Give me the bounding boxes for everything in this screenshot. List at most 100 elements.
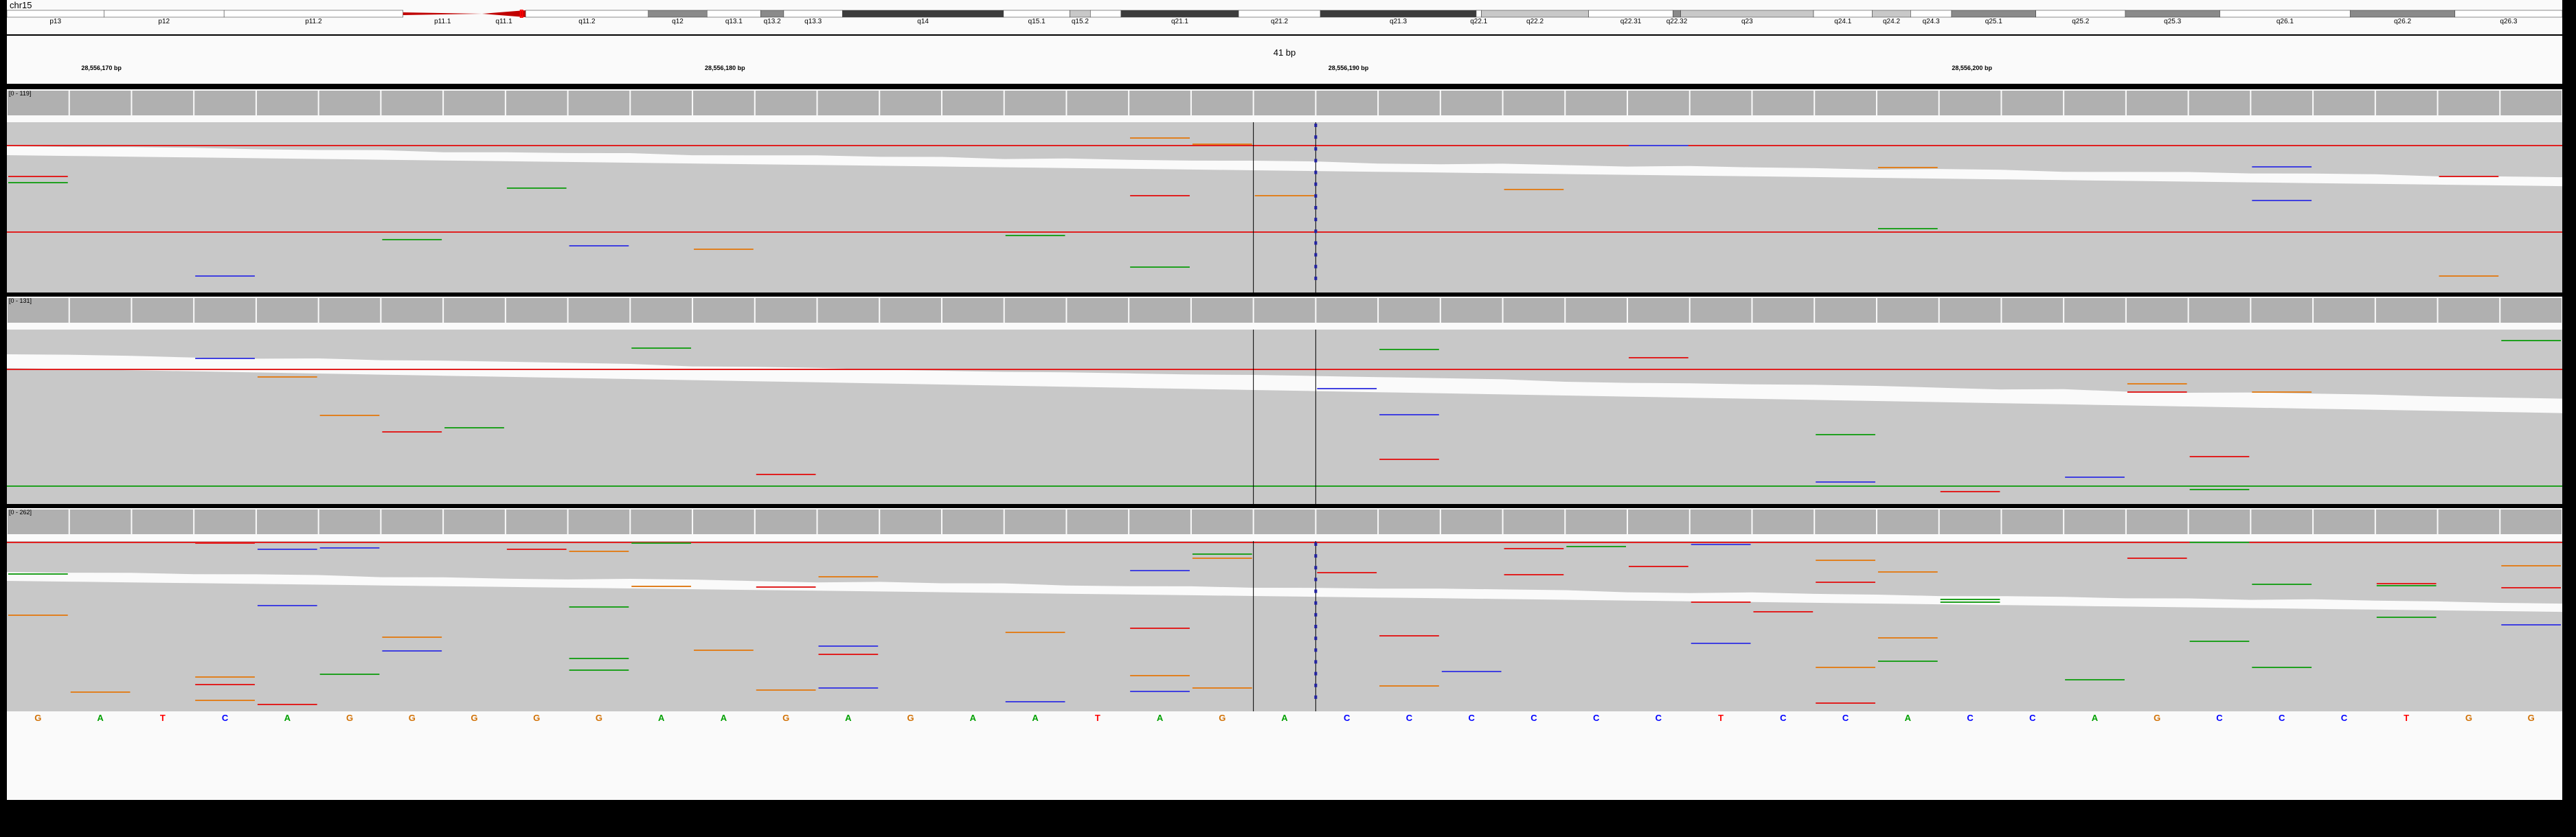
- pileup-canvas[interactable]: [7, 508, 2562, 711]
- coverage-bar[interactable]: [1254, 91, 1315, 115]
- coverage-bar[interactable]: [444, 91, 505, 115]
- coverage-bar[interactable]: [319, 91, 381, 115]
- insertion-marker[interactable]: [1314, 124, 1318, 127]
- insertion-marker[interactable]: [1314, 695, 1318, 699]
- coverage-bar[interactable]: [817, 91, 879, 115]
- coverage-bar[interactable]: [1440, 91, 1502, 115]
- coverage-bar[interactable]: [2314, 298, 2375, 323]
- coverage-bar[interactable]: [381, 298, 443, 323]
- coverage-bar[interactable]: [132, 91, 194, 115]
- coverage-bar[interactable]: [1815, 509, 1876, 534]
- insertion-marker[interactable]: [1314, 229, 1318, 233]
- coverage-bar[interactable]: [506, 298, 567, 323]
- insertion-marker[interactable]: [1314, 577, 1318, 582]
- pileup-canvas[interactable]: [7, 89, 2562, 293]
- coverage-bar[interactable]: [631, 91, 692, 115]
- insertion-marker[interactable]: [1314, 672, 1318, 676]
- coverage-bar[interactable]: [256, 509, 318, 534]
- coverage-bar[interactable]: [2126, 298, 2188, 323]
- coverage-bar[interactable]: [568, 298, 630, 323]
- coverage-bar[interactable]: [693, 91, 754, 115]
- coverage-bar[interactable]: [1566, 509, 1627, 534]
- coverage-bar[interactable]: [1877, 298, 1939, 323]
- coverage-bar[interactable]: [2438, 509, 2500, 534]
- insertion-marker[interactable]: [1314, 159, 1318, 163]
- insertion-marker[interactable]: [1314, 147, 1318, 151]
- coverage-bar[interactable]: [2126, 509, 2188, 534]
- coverage-bar[interactable]: [1379, 91, 1440, 115]
- coverage-bar[interactable]: [1004, 298, 1066, 323]
- coverage-bar[interactable]: [880, 509, 941, 534]
- coverage-bar[interactable]: [506, 91, 567, 115]
- coverage-bar[interactable]: [1503, 298, 1565, 323]
- coverage-bar[interactable]: [2500, 91, 2562, 115]
- coverage-bar[interactable]: [194, 91, 256, 115]
- insertion-marker[interactable]: [1314, 206, 1318, 209]
- coverage-bar[interactable]: [2375, 91, 2437, 115]
- coverage-bar[interactable]: [1877, 509, 1939, 534]
- coverage-bar[interactable]: [1752, 298, 1814, 323]
- pileup-canvas[interactable]: [7, 297, 2562, 504]
- coverage-bar[interactable]: [880, 298, 941, 323]
- coverage-bar[interactable]: [755, 298, 817, 323]
- coverage-bar[interactable]: [1628, 91, 1689, 115]
- insertion-marker[interactable]: [1314, 241, 1318, 245]
- coverage-bar[interactable]: [1690, 91, 1752, 115]
- coverage-bar[interactable]: [2500, 298, 2562, 323]
- coverage-bar[interactable]: [2002, 509, 2064, 534]
- alignment-track-3[interactable]: [0 - 262]: [7, 508, 2562, 711]
- coverage-bar[interactable]: [319, 298, 381, 323]
- coverage-bar[interactable]: [2314, 509, 2375, 534]
- insertion-marker[interactable]: [1314, 542, 1318, 546]
- coverage-bar[interactable]: [1628, 509, 1689, 534]
- coverage-bar[interactable]: [817, 509, 879, 534]
- insertion-marker[interactable]: [1314, 253, 1318, 257]
- coverage-bar[interactable]: [256, 91, 318, 115]
- coverage-bar[interactable]: [1316, 91, 1378, 115]
- insertion-marker[interactable]: [1314, 566, 1318, 570]
- coverage-bar[interactable]: [1129, 298, 1190, 323]
- coverage-bar[interactable]: [381, 91, 443, 115]
- coverage-bar[interactable]: [942, 298, 1004, 323]
- coverage-bar[interactable]: [2002, 298, 2064, 323]
- coverage-bar[interactable]: [2251, 298, 2313, 323]
- coverage-bar[interactable]: [1939, 509, 2001, 534]
- coverage-bar[interactable]: [1503, 509, 1565, 534]
- coverage-bar[interactable]: [1690, 298, 1752, 323]
- coverage-bar[interactable]: [2002, 91, 2064, 115]
- coverage-bar[interactable]: [1129, 509, 1190, 534]
- coverage-bar[interactable]: [1440, 298, 1502, 323]
- alignment-track-2[interactable]: [0 - 131]: [7, 297, 2562, 504]
- insertion-marker[interactable]: [1314, 554, 1318, 558]
- insertion-marker[interactable]: [1314, 601, 1318, 605]
- coverage-bar[interactable]: [568, 91, 630, 115]
- coverage-bar[interactable]: [942, 91, 1004, 115]
- coverage-bar[interactable]: [381, 509, 443, 534]
- insertion-marker[interactable]: [1314, 660, 1318, 664]
- coverage-bar[interactable]: [1129, 91, 1190, 115]
- coverage-bar[interactable]: [631, 509, 692, 534]
- coverage-bar[interactable]: [2314, 91, 2375, 115]
- coverage-bar[interactable]: [755, 509, 817, 534]
- coverage-bar[interactable]: [942, 509, 1004, 534]
- coverage-bar[interactable]: [132, 509, 194, 534]
- coverage-bar[interactable]: [69, 91, 131, 115]
- coverage-bar[interactable]: [1067, 298, 1129, 323]
- coverage-bar[interactable]: [444, 509, 505, 534]
- coverage-bar[interactable]: [1939, 298, 2001, 323]
- coverage-bar[interactable]: [755, 91, 817, 115]
- coverage-bar[interactable]: [444, 298, 505, 323]
- coverage-bar[interactable]: [2126, 91, 2188, 115]
- insertion-marker[interactable]: [1314, 683, 1318, 687]
- coverage-bar[interactable]: [880, 91, 941, 115]
- insertion-marker[interactable]: [1314, 218, 1318, 222]
- insertion-marker[interactable]: [1314, 625, 1318, 628]
- insertion-marker[interactable]: [1314, 135, 1318, 139]
- coverage-bar[interactable]: [1752, 509, 1814, 534]
- coverage-bar[interactable]: [2251, 509, 2313, 534]
- coverage-bar[interactable]: [1067, 509, 1129, 534]
- insertion-marker[interactable]: [1314, 612, 1318, 617]
- insertion-marker[interactable]: [1314, 589, 1318, 593]
- coverage-bar[interactable]: [194, 509, 256, 534]
- coverage-bar[interactable]: [1316, 298, 1378, 323]
